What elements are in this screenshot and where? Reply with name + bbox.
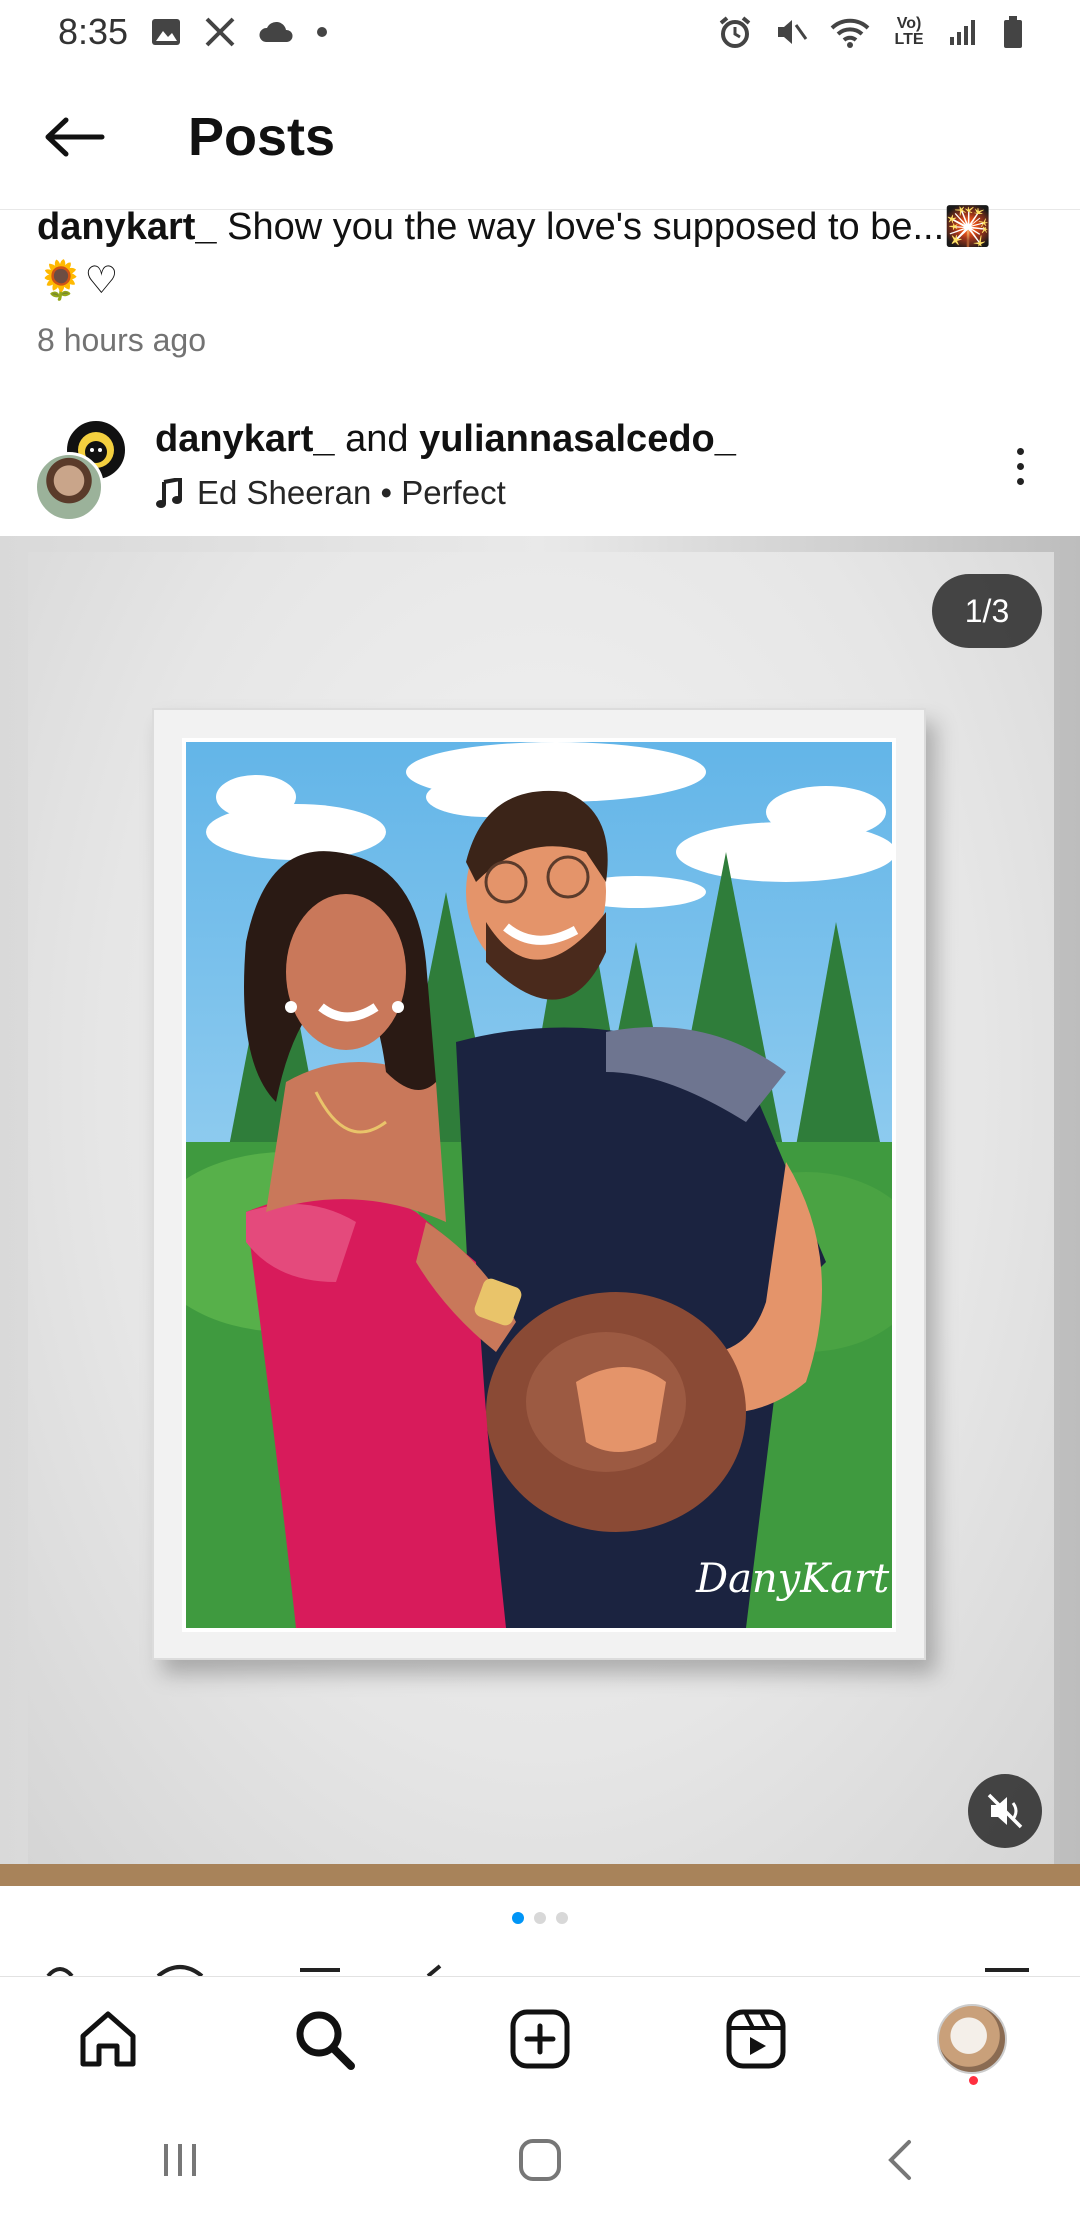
more-dot (1016, 462, 1024, 470)
mute-button[interactable] (968, 1774, 1042, 1848)
search-icon (296, 2011, 355, 2070)
cloud-icon (258, 20, 294, 44)
create-icon (510, 2009, 570, 2069)
author-username[interactable]: yuliannasalcedo_ (419, 418, 736, 460)
lte-icon: Vo) LTE (894, 15, 924, 48)
caption-username[interactable]: danykart_ (37, 206, 217, 248)
arrow-left-icon (45, 117, 105, 156)
audio-separator: • (371, 474, 402, 511)
notification-dot (969, 2076, 978, 2085)
reels-icon (726, 2009, 786, 2069)
x-icon (204, 17, 236, 47)
home-button[interactable] (495, 2115, 585, 2205)
artwork-signature: DanyKart (695, 1556, 890, 1602)
nav-reels[interactable] (711, 1994, 801, 2084)
carousel-dot (512, 1912, 524, 1924)
avatar (34, 452, 104, 522)
back-nav-button[interactable] (855, 2115, 945, 2205)
nav-search[interactable] (279, 1994, 369, 2084)
back-button[interactable] (40, 102, 110, 172)
home-square-icon (519, 2139, 561, 2181)
alarm-icon (718, 15, 752, 49)
profile-avatar (937, 2004, 1007, 2074)
page-title: Posts (188, 106, 336, 167)
wifi-icon (830, 16, 870, 48)
audio-artist: Ed Sheeran (197, 474, 372, 511)
carousel-dot (556, 1912, 568, 1924)
nav-home[interactable] (63, 1994, 153, 2084)
caption-text-line2: 🌻♡ (37, 260, 119, 302)
mute-vibrate-icon (774, 15, 808, 49)
nav-create[interactable] (495, 1994, 585, 2084)
action-row-partial (0, 1962, 1080, 1976)
signal-icon (948, 17, 980, 47)
and-text: and (334, 418, 420, 460)
post-timestamp: 8 hours ago (37, 322, 207, 358)
collab-avatars[interactable] (34, 410, 134, 522)
home-icon (80, 2011, 136, 2067)
carousel-counter: 1/3 (932, 574, 1042, 648)
audio-title: Perfect (401, 474, 506, 511)
music-note-icon (156, 478, 182, 508)
more-options-button[interactable] (1000, 436, 1040, 496)
dot-icon (316, 26, 328, 38)
carousel-dot (534, 1912, 546, 1924)
post-header: danykart_ and yuliannasalcedo_ Ed Sheera… (0, 410, 1080, 530)
carousel-indicator (0, 1912, 1080, 1924)
more-dot (1016, 477, 1024, 485)
system-navigation (0, 2100, 1080, 2220)
picture-frame: DanyKart (152, 708, 926, 1660)
nav-profile[interactable] (927, 1994, 1017, 2085)
clock: 8:35 (58, 11, 129, 52)
post-media[interactable]: DanyKart 1/3 (0, 536, 1080, 1886)
image-icon (150, 17, 182, 47)
floor (0, 1864, 1080, 1886)
bottom-navigation (0, 1976, 1080, 2101)
audio-info[interactable]: Ed Sheeran • Perfect (155, 474, 506, 512)
portrait-artwork: DanyKart (182, 738, 896, 1632)
speaker-muted-icon (987, 1793, 1023, 1829)
author-username[interactable]: danykart_ (155, 418, 335, 460)
app-bar: Posts (0, 64, 1080, 210)
status-bar: 8:35 Vo) LTE (0, 0, 1080, 64)
battery-icon (1002, 15, 1024, 49)
more-dot (1016, 447, 1024, 455)
recents-icon (164, 2144, 196, 2176)
chevron-left-icon (888, 2140, 911, 2180)
post-caption: danykart_ Show you the way love's suppos… (37, 200, 1037, 308)
recents-button[interactable] (135, 2115, 225, 2205)
post-authors: danykart_ and yuliannasalcedo_ (155, 418, 736, 461)
caption-text: Show you the way love's supposed to be..… (216, 206, 992, 248)
